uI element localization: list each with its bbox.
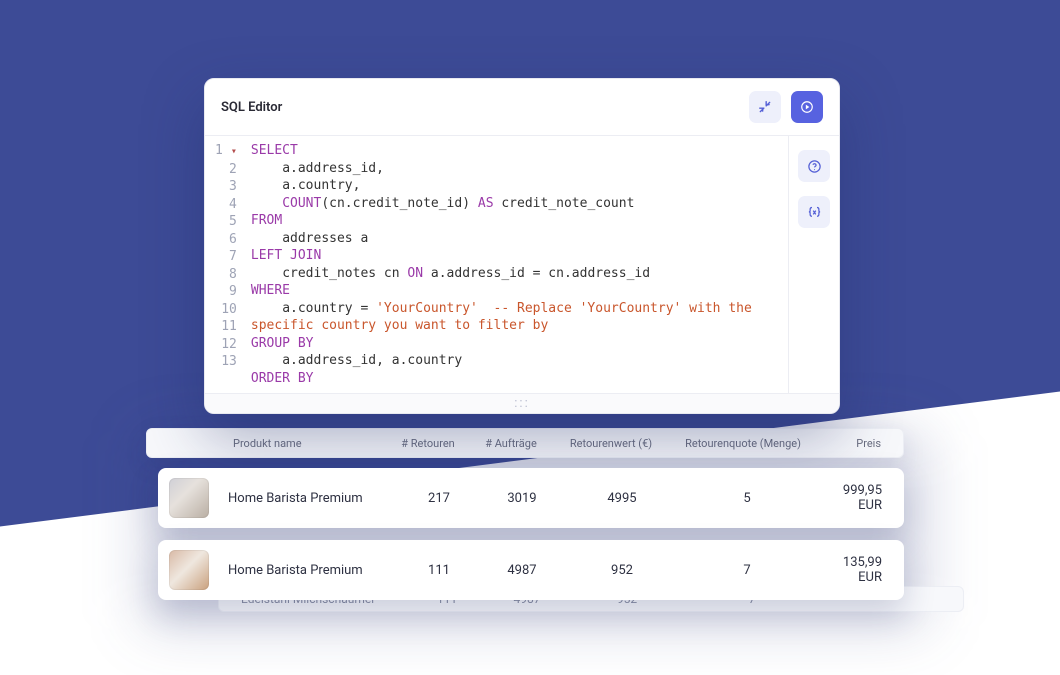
thumbnail-image [169,478,209,518]
editor-header-actions [749,91,823,123]
product-thumbnail [158,550,220,590]
code-area[interactable]: 1 ▾2345678910111213 SELECT a.address_id,… [205,136,789,393]
table-row[interactable]: Home Barista Premium 111 4987 952 7 135,… [158,540,904,600]
col-header-name: Produkt name [147,437,389,450]
cell-price: 999,95 EUR [816,483,904,513]
cell-rate: 7 [678,563,816,578]
help-icon [807,159,822,174]
cell-price: 135,99 EUR [816,555,904,585]
braces-icon [807,205,822,220]
collapse-icon [758,100,772,114]
variables-button[interactable] [798,196,830,228]
col-header-rate: Retourenquote (Menge) [667,437,819,450]
editor-header: SQL Editor [205,79,839,136]
product-thumbnail [158,478,220,518]
cell-orders: 3019 [478,491,566,506]
help-button[interactable] [798,150,830,182]
cell-returns: 217 [400,491,478,506]
thumbnail-image [169,550,209,590]
collapse-button[interactable] [749,91,781,123]
sql-editor-card: SQL Editor 1 ▾2345678910111213 S [204,78,840,414]
col-header-price: Preis [819,437,903,450]
cell-name: Home Barista Premium [220,491,400,506]
col-header-value: Retourenwert (€) [555,437,667,450]
cell-value: 4995 [566,491,678,506]
resize-handle[interactable]: ::: [205,393,839,413]
cell-returns: 111 [400,563,478,578]
play-icon [800,100,814,114]
editor-side-rail [789,136,839,393]
cell-name: Home Barista Premium [220,563,400,578]
sql-code[interactable]: SELECT a.address_id, a.country, COUNT(cn… [245,136,788,393]
table-row[interactable]: Home Barista Premium 217 3019 4995 5 999… [158,468,904,528]
editor-title: SQL Editor [221,100,282,115]
cell-rate: 5 [678,491,816,506]
run-query-button[interactable] [791,91,823,123]
drag-handle-icon: ::: [514,396,529,411]
col-header-returns: # Retouren [389,437,467,450]
results-table-header: Produkt name # Retouren # Aufträge Retou… [146,428,904,458]
editor-body: 1 ▾2345678910111213 SELECT a.address_id,… [205,136,839,393]
line-number-gutter: 1 ▾2345678910111213 [205,136,245,393]
col-header-orders: # Aufträge [467,437,555,450]
cell-value: 952 [566,563,678,578]
cell-orders: 4987 [478,563,566,578]
